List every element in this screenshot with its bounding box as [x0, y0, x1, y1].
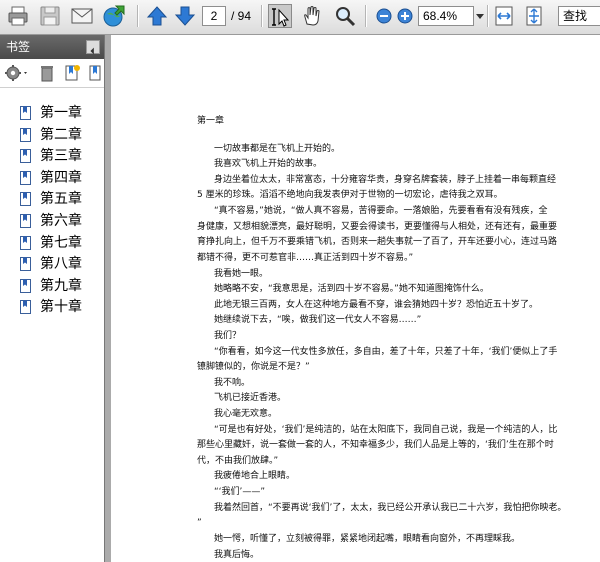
email-button[interactable] [70, 4, 94, 28]
bookmark-label: 第二章 [40, 126, 82, 143]
share-web-button[interactable] [102, 4, 126, 28]
bookmark-label: 第五章 [40, 191, 82, 208]
bookmark-label: 第六章 [40, 213, 82, 229]
text-line: 我着然回首，“不要再说‘我们’了，太太，我已经公开承认我已二十六岁，我怕把你映老… [214, 503, 567, 513]
zoom-level-select[interactable]: 68.4% [418, 6, 474, 26]
bookmark-icon [20, 278, 31, 293]
fit-page-icon [526, 6, 542, 26]
text-line: 身边坐着位太太，非常富态，十分雍容华贵，身穿名牌套装，脖子上挂着一串每颗直经 [214, 175, 557, 185]
collapse-panel-button[interactable] [86, 40, 100, 55]
save-button[interactable] [38, 4, 62, 28]
fit-width-button[interactable] [492, 4, 516, 28]
bookmark-label: 第九章 [40, 277, 82, 294]
text-line: “‘我们’——” [214, 487, 266, 497]
toolbar-separator [137, 5, 139, 27]
bookmark-icon [20, 149, 31, 164]
text-line: 一切故事都是在飞机上开始的。 [214, 144, 341, 154]
text-line: 育挣扎向上，但千万不要乘错飞机，否则来一趟失事就一了百了，开车还要小心，连过马路 [197, 237, 558, 247]
page-total-label: / 94 [231, 9, 252, 23]
bookmarks-panel-header: 书签 [0, 35, 104, 59]
magnifier-icon [336, 7, 356, 27]
arrow-down-icon [174, 6, 196, 26]
bookmarks-panel-title: 书签 [6, 40, 31, 54]
bookmark-label: 第七章 [40, 234, 82, 251]
bookmark-icon [20, 300, 31, 315]
bookmark-icon [20, 127, 31, 142]
bookmark-icon [20, 257, 31, 272]
text-line: 飞机已接近香港。 [214, 393, 287, 403]
plus-circle-icon [397, 8, 413, 24]
toolbar: 2 / 94 68.4% 查找 [0, 0, 600, 35]
options-menu-button[interactable] [4, 63, 30, 83]
document-page: 第一章 一切故事都是在飞机上开始的。 我喜欢飞机上开始的故事。身边坐着位太太，非常… [111, 35, 600, 562]
text-line: 我心毫无欢意。 [214, 409, 278, 419]
floppy-disk-icon [40, 6, 60, 26]
bookmark-label: 第一章 [40, 105, 82, 121]
new-bookmark-button[interactable] [62, 63, 82, 83]
trash-icon [41, 66, 53, 82]
previous-page-button[interactable] [145, 4, 169, 28]
zoom-tool-button[interactable] [333, 4, 357, 28]
bookmark-label: 第四章 [40, 169, 82, 186]
bookmark-label: 第十章 [40, 299, 82, 316]
text-line: 我疲倦地合上眼睛。 [214, 471, 296, 481]
text-line: 我真后悔。 [214, 550, 260, 560]
bookmarks-toolbar [0, 59, 104, 88]
text-line: ” [197, 518, 202, 528]
bookmark-icon [20, 106, 31, 120]
select-tool-button[interactable] [268, 4, 292, 28]
gear-icon [5, 65, 27, 81]
page-number-input[interactable]: 2 [202, 6, 226, 26]
text-line: 都错不得，更不可惹官非……真正活到四十岁不容易。” [197, 253, 414, 263]
next-page-button[interactable] [173, 4, 197, 28]
text-line: 镣脚镣似的，你说是不是？” [197, 362, 310, 372]
fit-page-button[interactable] [522, 4, 546, 28]
zoom-dropdown-button[interactable] [474, 4, 486, 28]
text-line: 我看她一眼。 [214, 269, 269, 279]
text-line: 代，不由我们放肆。” [197, 456, 279, 466]
text-line: 5 厘米的珍珠。滔滔不绝地向我发表伊对于世物的一切宏论，虐待我之双耳。 [197, 190, 503, 200]
text-line: 她继续说下去，“唉，做我们这一代女人不容易……” [214, 315, 422, 325]
hand-icon [304, 6, 320, 26]
new-bookmark-icon [65, 65, 80, 81]
bookmark-icon [20, 192, 31, 207]
text-line: “你看看，如今这一代女性多放任，多自由，差了十年，只差了十年，‘我们’便似上了手 [214, 347, 558, 357]
text-line: “真不容易，”她说，“做人真不容易，苦得要命。一落娘胎，先要看看有没有残疾，全 [214, 206, 548, 216]
text-line: 此地无银三百两，女人在这种地方最看不穿，谁会猜她四十岁？恐怕近五十岁了。 [214, 300, 539, 310]
globe-arrow-icon [103, 5, 125, 27]
chevron-left-icon [90, 47, 94, 55]
bookmark-icon [20, 170, 31, 185]
bookmark-icon [20, 214, 31, 228]
bookmark-icon [20, 235, 31, 250]
bookmark-icon [89, 65, 101, 81]
print-button[interactable] [6, 4, 30, 28]
envelope-icon [71, 8, 93, 24]
toolbar-separator [365, 5, 367, 27]
text-cursor-icon [272, 8, 290, 27]
text-line: 她一愕，听懂了，立刻被得罪，紧紧地闭起嘴，眼睛看向窗外，不再理睬我。 [214, 534, 521, 544]
text-line: 我喜欢飞机上开始的故事。 [214, 159, 323, 169]
toolbar-separator [261, 5, 263, 27]
text-line: 那些心里藏奸，说一套做一套的人，不知幸福多少，我们人品是上等的，‘我们’生在那个… [197, 440, 554, 450]
bookmarks-panel: 书签 第一章第二章第三章第四章第五章第六章第七章第八章第九章第十章 [0, 35, 105, 562]
expand-bookmark-button[interactable] [88, 63, 102, 83]
delete-bookmark-button[interactable] [38, 63, 56, 83]
fit-width-icon [495, 6, 513, 26]
hand-tool-button[interactable] [300, 4, 324, 28]
text-line: 我不响。 [214, 378, 251, 388]
bookmark-label: 第三章 [40, 148, 82, 165]
printer-icon [8, 6, 28, 26]
chapter-heading: 第一章 [197, 116, 225, 126]
zoom-in-button[interactable] [393, 4, 417, 28]
text-line: 我们？ [214, 331, 242, 341]
text-line: 她略略不安，“我意思是，活到四十岁不容易。”她不知道图掩饰什么。 [214, 284, 489, 294]
text-line: “可是也有好处，‘我们’是纯洁的，站在太阳底下，我同自己说，我是一个纯洁的人，比 [214, 425, 558, 435]
bookmark-label: 第八章 [40, 256, 82, 273]
text-line: 身健康，又想相貌漂亮，最好聪明，又要会得读书，更要懂得与人相处，还有还有，最重要 [197, 222, 558, 232]
arrow-up-icon [146, 6, 168, 26]
toolbar-separator [487, 5, 489, 27]
search-input[interactable]: 查找 [558, 6, 600, 26]
chevron-down-icon [476, 14, 484, 19]
